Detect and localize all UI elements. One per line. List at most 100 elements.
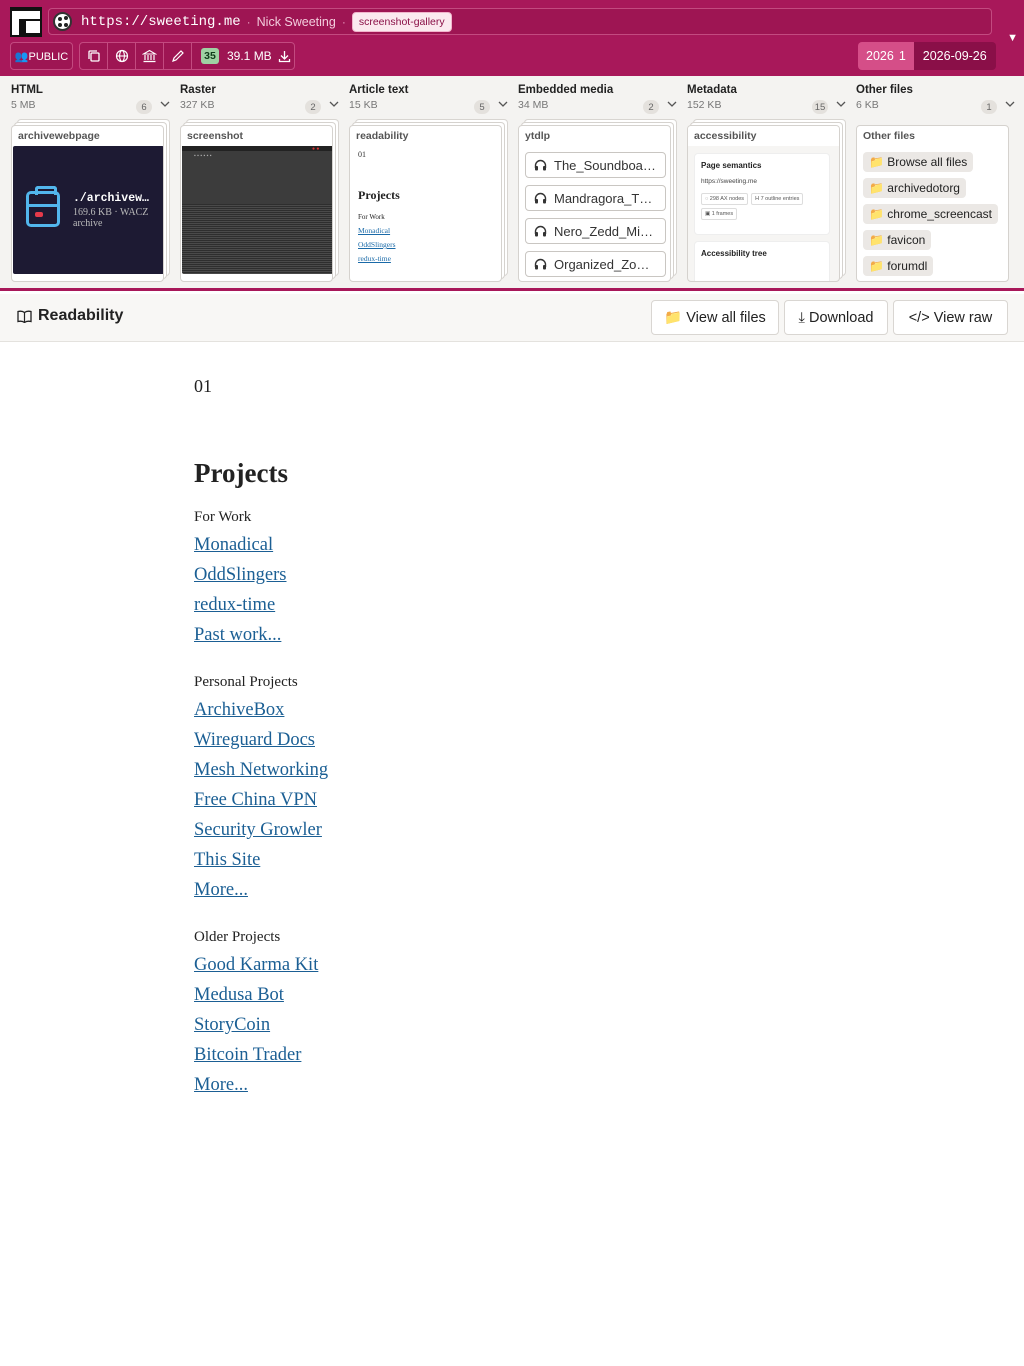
folder-chip[interactable]: 📁 archivedotorg bbox=[863, 178, 966, 198]
folder-chip[interactable]: 📁 forumdl bbox=[863, 256, 934, 276]
article-link[interactable]: More... bbox=[194, 1070, 794, 1100]
section-label: For Work bbox=[194, 509, 252, 525]
date-label[interactable]: 2026-09-26 bbox=[913, 42, 996, 70]
artifact-column-html[interactable]: HTML 5 MB 6 archivewebpage ./archivew… 1… bbox=[11, 84, 170, 282]
folder-chip[interactable]: 📁 favicon bbox=[863, 230, 932, 250]
article-link[interactable]: redux-time bbox=[194, 590, 794, 620]
download-icon[interactable] bbox=[278, 50, 291, 63]
article-link[interactable]: Free China VPN bbox=[194, 785, 794, 815]
column-count: 2 bbox=[643, 100, 659, 114]
artifact-card[interactable]: ytdlp The_Soundboa… Mandragora_T… Nero_Z… bbox=[518, 125, 671, 282]
artifact-card[interactable]: archivewebpage ./archivew… 169.6 KB · WA… bbox=[11, 125, 164, 282]
column-count: 5 bbox=[474, 100, 490, 114]
viewer-title: Readability bbox=[17, 307, 123, 325]
preview-kind: archive bbox=[73, 218, 103, 229]
media-item[interactable]: Organized_Zo… bbox=[525, 251, 666, 277]
section-label: Older Projects bbox=[194, 929, 281, 945]
bank-icon bbox=[142, 49, 157, 63]
article-link[interactable]: This Site bbox=[194, 845, 794, 875]
section-label: Personal Projects bbox=[194, 674, 298, 690]
media-name: Nero_Zedd_Mi… bbox=[554, 223, 653, 239]
column-count: 1 bbox=[981, 100, 997, 114]
browse-all-files-chip[interactable]: 📁 Browse all files bbox=[863, 152, 974, 172]
tag-badge[interactable]: screenshot-gallery bbox=[351, 11, 452, 32]
artifact-column-article-text[interactable]: Article text 15 KB 5 readability 01 Proj… bbox=[349, 84, 508, 282]
article-content: 01 Projects For Work Monadical OddSlinge… bbox=[194, 376, 794, 1100]
column-title: Embedded media bbox=[518, 84, 614, 96]
column-title: Article text bbox=[349, 84, 409, 96]
view-all-files-button[interactable]: 📁 View all files bbox=[651, 300, 779, 335]
headphones-icon bbox=[534, 192, 547, 204]
file-count-badge: 35 bbox=[201, 48, 219, 64]
article-link[interactable]: Bitcoin Trader bbox=[194, 1040, 794, 1070]
panel-heading: Page semantics bbox=[701, 161, 762, 170]
preview-meta: 169.6 KB · WACZ archive bbox=[73, 207, 148, 229]
chevron-down-icon[interactable] bbox=[329, 99, 339, 111]
snapshot-date-selector[interactable]: 2026 1 2026-09-26 bbox=[858, 42, 996, 70]
artifact-strip: HTML 5 MB 6 archivewebpage ./archivew… 1… bbox=[0, 76, 1024, 291]
chevron-down-icon[interactable] bbox=[1005, 99, 1015, 111]
screenshot-detail: ▪ ▪ ▪ ▪ ▪ ▪ bbox=[194, 153, 212, 159]
article-link[interactable]: More... bbox=[194, 875, 794, 905]
url-bar[interactable]: https://sweeting.me · Nick Sweeting · sc… bbox=[48, 8, 992, 35]
archive-icon bbox=[26, 186, 60, 227]
article-link[interactable]: Good Karma Kit bbox=[194, 950, 794, 980]
media-item[interactable]: Nero_Zedd_Mi… bbox=[525, 218, 666, 244]
headphones-icon bbox=[534, 225, 547, 237]
headphones-icon bbox=[534, 258, 547, 270]
viewer-title-text: Readability bbox=[38, 307, 124, 324]
panel-url: https://sweeting.me bbox=[701, 178, 757, 185]
media-item[interactable]: Mandragora_T… bbox=[525, 185, 666, 211]
edit-button[interactable] bbox=[164, 43, 192, 69]
artifact-column-other-files[interactable]: Other files 6 KB 1 Other files 📁 Browse … bbox=[856, 84, 1015, 282]
artifact-card[interactable]: Other files 📁 Browse all files 📁 archive… bbox=[856, 125, 1009, 282]
view-raw-button[interactable]: </> View raw bbox=[893, 300, 1008, 335]
artifact-column-embedded-media[interactable]: Embedded media 34 MB 2 ytdlp The_Soundbo… bbox=[518, 84, 677, 282]
artifact-card[interactable]: screenshot ▪ ▪ ▪ ▪ ▪ ▪ ● ● bbox=[180, 125, 333, 282]
chevron-down-icon[interactable] bbox=[160, 99, 170, 111]
media-item[interactable]: The_Soundboa… bbox=[525, 152, 666, 178]
chevron-down-icon[interactable] bbox=[498, 99, 508, 111]
article-link[interactable]: Security Growler bbox=[194, 815, 794, 845]
visibility-button[interactable]: 👥PUBLIC bbox=[10, 42, 73, 70]
snapshot-url[interactable]: https://sweeting.me bbox=[81, 14, 241, 30]
archivebox-logo[interactable] bbox=[10, 7, 42, 37]
frames-chip: ▣ 1 frames bbox=[701, 208, 738, 220]
article-link[interactable]: OddSlingers bbox=[194, 560, 794, 590]
article-number: 01 bbox=[194, 376, 212, 396]
download-button[interactable]: ⤓ Download bbox=[784, 300, 888, 335]
outline-chip: H 7 outline entries bbox=[751, 193, 804, 205]
html-preview: ./archivew… 169.6 KB · WACZ archive bbox=[13, 146, 163, 274]
caret-down-icon[interactable]: ▼ bbox=[1007, 32, 1018, 44]
article-link[interactable]: Mesh Networking bbox=[194, 755, 794, 785]
artifact-column-metadata[interactable]: Metadata 152 KB 15 accessibility Page se… bbox=[687, 84, 846, 282]
folder-chip[interactable]: 📁 chrome_screencast bbox=[863, 204, 998, 224]
column-count: 2 bbox=[305, 100, 321, 114]
article-link[interactable]: Past work... bbox=[194, 620, 794, 650]
column-count: 6 bbox=[136, 100, 152, 114]
open-original-button[interactable] bbox=[108, 43, 136, 69]
preview-filename: ./archivew… bbox=[73, 192, 149, 205]
chevron-down-icon[interactable] bbox=[667, 99, 677, 111]
article-link[interactable]: Wireguard Docs bbox=[194, 725, 794, 755]
artifact-card[interactable]: accessibility Page semantics https://swe… bbox=[687, 125, 840, 282]
card-title: screenshot bbox=[187, 130, 244, 142]
year-label: 2026 bbox=[866, 49, 894, 63]
article-link[interactable]: StoryCoin bbox=[194, 1010, 794, 1040]
column-title: HTML bbox=[11, 84, 43, 96]
chevron-down-icon[interactable] bbox=[836, 99, 846, 111]
preview-section: For Work bbox=[358, 213, 385, 221]
column-title: Metadata bbox=[687, 84, 737, 96]
media-name: Mandragora_T… bbox=[554, 190, 653, 206]
article-link[interactable]: ArchiveBox bbox=[194, 695, 794, 725]
year-selector[interactable]: 2026 1 bbox=[858, 42, 914, 70]
column-title: Other files bbox=[856, 84, 913, 96]
archive-org-button[interactable] bbox=[136, 43, 164, 69]
article-link[interactable]: Monadical bbox=[194, 530, 794, 560]
copy-button[interactable] bbox=[80, 43, 108, 69]
artifact-column-raster[interactable]: Raster 327 KB 2 screenshot ▪ ▪ ▪ ▪ ▪ ▪ ●… bbox=[180, 84, 339, 282]
card-title: accessibility bbox=[688, 126, 839, 146]
artifact-card[interactable]: readability 01 Projects For Work Monadic… bbox=[349, 125, 502, 282]
article-link[interactable]: Medusa Bot bbox=[194, 980, 794, 1010]
copy-icon bbox=[87, 50, 100, 62]
